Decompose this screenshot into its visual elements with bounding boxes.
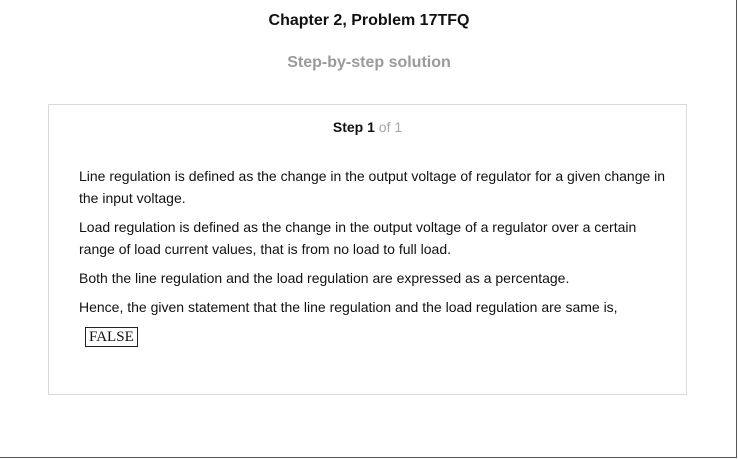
solution-paragraph-conclusion: Hence, the given statement that the line… — [79, 299, 618, 315]
step-heading: Step 1 of 1 — [49, 119, 686, 135]
solution-paragraph-line-regulation: Line regulation is defined as the change… — [79, 168, 666, 206]
step-number: 1 — [367, 119, 375, 135]
step-card: Step 1 of 1 Line regulation is defined a… — [48, 104, 687, 395]
solution-content: Line regulation is defined as the change… — [79, 165, 669, 347]
solution-paragraph-load-regulation: Load regulation is defined as the change… — [79, 219, 637, 257]
page-subtitle: Step-by-step solution — [287, 54, 451, 71]
step-total: of 1 — [378, 119, 403, 135]
solution-paragraph-percentage: Both the line regulation and the load re… — [79, 270, 570, 286]
step-label: Step — [332, 119, 364, 135]
page-title: Chapter 2, Problem 17TFQ — [268, 12, 470, 29]
answer-box: FALSE — [85, 327, 138, 347]
